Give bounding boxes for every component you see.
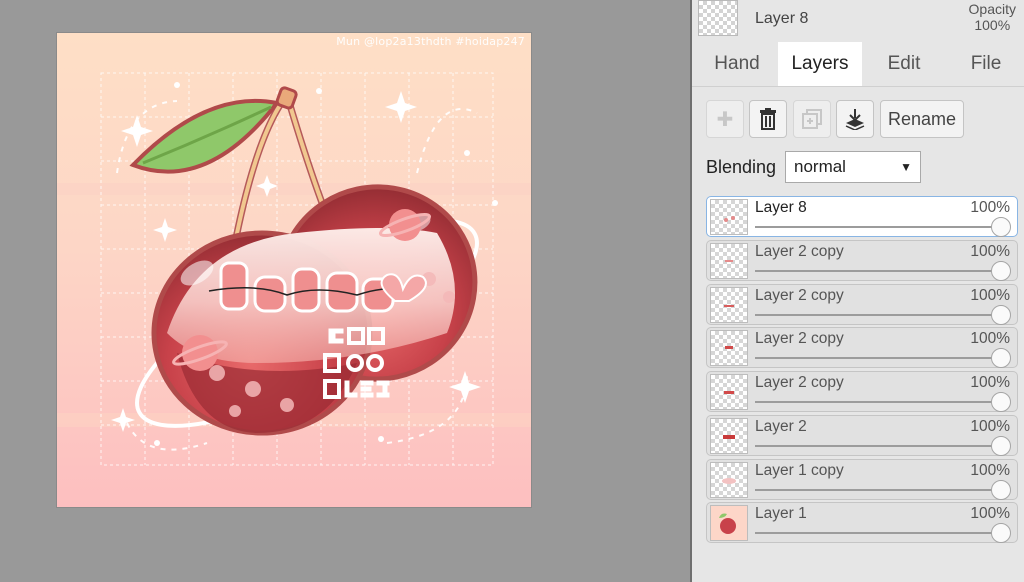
layer-thumbnail bbox=[710, 374, 748, 410]
layer-row[interactable]: Layer 2 copy 100% bbox=[706, 371, 1018, 412]
layer-row[interactable]: Layer 2 copy 100% bbox=[706, 239, 1018, 281]
artwork-canvas[interactable]: Mun @lop2a13thdth #hoidap247 bbox=[56, 32, 532, 508]
layer-opacity: 100% bbox=[970, 199, 1010, 216]
layer-thumbnail bbox=[710, 330, 748, 367]
layer-thumbnail bbox=[710, 461, 748, 498]
opacity-slider-handle[interactable] bbox=[991, 435, 1011, 456]
layer-toolbar: ✚ Rename bbox=[692, 86, 1024, 146]
blending-label: Blending bbox=[706, 157, 777, 177]
layer-name: Layer 2 bbox=[755, 417, 807, 435]
layer-thumbnail bbox=[710, 199, 748, 235]
layer-thumbnail bbox=[710, 286, 748, 323]
layer-name: Layer 1 bbox=[755, 505, 807, 523]
opacity-label: Opacity bbox=[968, 1, 1016, 17]
tab-edit[interactable]: Edit bbox=[862, 42, 946, 86]
opacity-slider-track[interactable] bbox=[755, 357, 1009, 360]
opacity-readout: Opacity 100% bbox=[969, 1, 1016, 33]
layer-row[interactable]: Layer 1 copy 100% bbox=[706, 458, 1018, 500]
current-layer-header: Layer 8 Opacity 100% bbox=[692, 0, 1024, 42]
opacity-slider-track[interactable] bbox=[755, 269, 1009, 272]
blending-select[interactable]: normal ▼ bbox=[785, 151, 921, 183]
rename-button[interactable]: Rename bbox=[880, 100, 964, 138]
layer-name: Layer 2 copy bbox=[755, 242, 844, 260]
layer-list: Layer 8 100% Layer 2 copy 100% Layer 2 c… bbox=[706, 196, 1018, 546]
tab-file[interactable]: File bbox=[946, 42, 1024, 86]
layer-row[interactable]: Layer 8 100% bbox=[706, 196, 1018, 237]
opacity-value: 100% bbox=[974, 17, 1011, 33]
tab-bar: Hand Layers Edit File bbox=[692, 42, 1024, 86]
opacity-slider-track[interactable] bbox=[755, 444, 1009, 447]
layer-name: Layer 1 copy bbox=[755, 461, 844, 479]
plus-icon: ✚ bbox=[716, 108, 734, 131]
blending-value: normal bbox=[794, 157, 846, 176]
layer-row[interactable]: Layer 1 100% bbox=[706, 502, 1018, 544]
opacity-slider-track[interactable] bbox=[755, 488, 1009, 491]
chevron-down-icon: ▼ bbox=[900, 160, 912, 174]
layer-row[interactable]: Layer 2 copy 100% bbox=[706, 327, 1018, 369]
layer-opacity: 100% bbox=[970, 286, 1010, 304]
opacity-slider-handle[interactable] bbox=[991, 392, 1011, 412]
merge-down-button[interactable] bbox=[836, 100, 874, 138]
opacity-slider-track[interactable] bbox=[755, 226, 1009, 228]
layer-opacity: 100% bbox=[970, 461, 1010, 479]
layer-name: Layer 2 copy bbox=[755, 330, 844, 348]
delete-layer-button[interactable] bbox=[749, 100, 787, 138]
trash-icon bbox=[760, 108, 776, 130]
add-layer-button[interactable]: ✚ bbox=[706, 100, 744, 138]
current-layer-name: Layer 8 bbox=[755, 10, 809, 27]
opacity-slider-track[interactable] bbox=[755, 313, 1009, 316]
layer-name: Layer 2 copy bbox=[755, 286, 844, 304]
opacity-slider-handle[interactable] bbox=[991, 479, 1011, 500]
layer-thumbnail bbox=[710, 505, 748, 542]
layer-thumbnail bbox=[710, 417, 748, 454]
blending-row: Blending normal ▼ bbox=[692, 148, 1024, 186]
layer-opacity: 100% bbox=[970, 242, 1010, 260]
layer-name: Layer 2 copy bbox=[755, 374, 844, 391]
layer-thumbnail bbox=[710, 242, 748, 279]
cherry-artwork-image bbox=[57, 72, 531, 466]
opacity-slider-track[interactable] bbox=[755, 401, 1009, 403]
opacity-slider-handle[interactable] bbox=[991, 260, 1011, 281]
opacity-slider-handle[interactable] bbox=[991, 348, 1011, 369]
opacity-slider-handle[interactable] bbox=[991, 523, 1011, 544]
current-layer-thumbnail bbox=[698, 0, 738, 36]
opacity-slider-track[interactable] bbox=[755, 532, 1009, 535]
opacity-slider-handle[interactable] bbox=[991, 217, 1011, 237]
layer-opacity: 100% bbox=[970, 374, 1010, 391]
canvas-workspace[interactable]: Mun @lop2a13thdth #hoidap247 bbox=[0, 0, 690, 582]
tab-layers[interactable]: Layers bbox=[778, 42, 862, 86]
layer-row[interactable]: Layer 2 100% bbox=[706, 414, 1018, 456]
merge-down-icon bbox=[845, 109, 865, 130]
layer-name: Layer 8 bbox=[755, 199, 807, 216]
opacity-slider-handle[interactable] bbox=[991, 304, 1011, 325]
watermark-text: Mun @lop2a13thdth #hoidap247 bbox=[336, 35, 525, 48]
layer-opacity: 100% bbox=[970, 330, 1010, 348]
layer-opacity: 100% bbox=[970, 505, 1010, 523]
duplicate-icon bbox=[802, 109, 822, 129]
layer-opacity: 100% bbox=[970, 417, 1010, 435]
layer-row[interactable]: Layer 2 copy 100% bbox=[706, 283, 1018, 325]
duplicate-layer-button[interactable] bbox=[793, 100, 831, 138]
layers-panel: Layer 8 Opacity 100% Hand Layers Edit Fi… bbox=[690, 0, 1024, 582]
tab-hand[interactable]: Hand bbox=[696, 42, 778, 86]
